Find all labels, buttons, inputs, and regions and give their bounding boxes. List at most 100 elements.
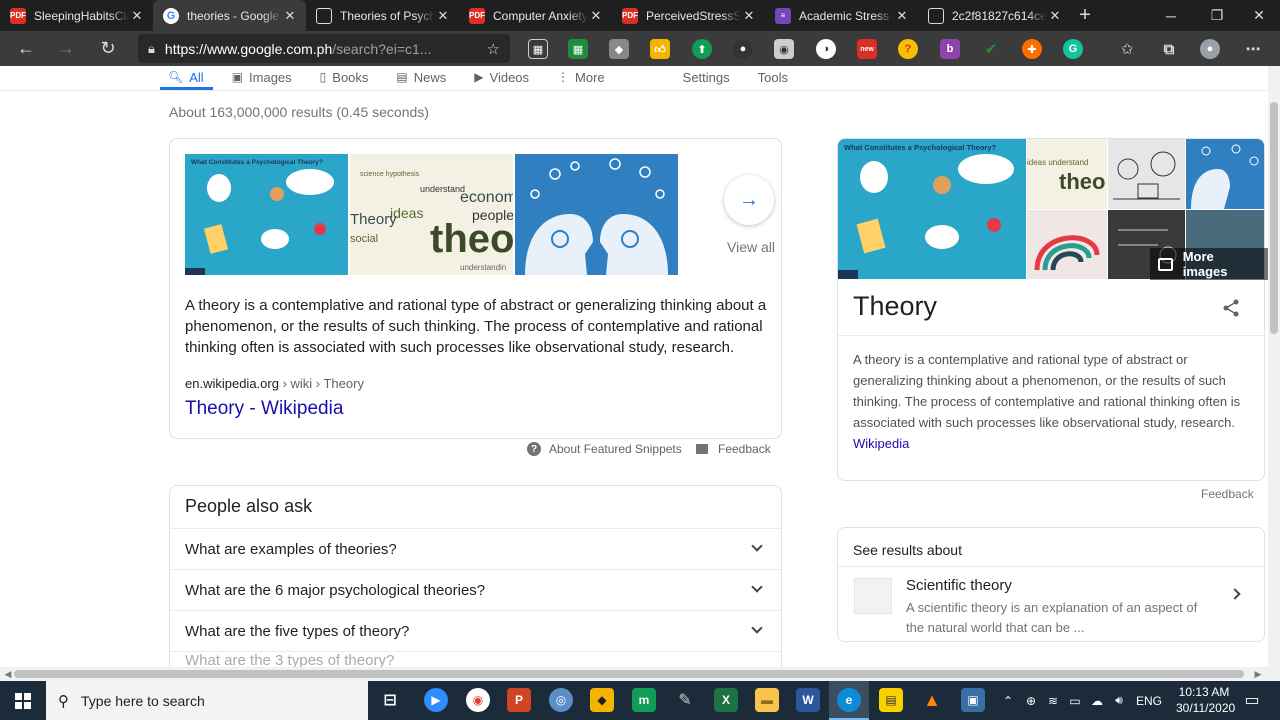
next-images-button[interactable]: → — [724, 175, 774, 225]
thumbs-up-icon[interactable]: 👍︎ — [650, 39, 670, 59]
chevron-right-icon[interactable] — [1229, 588, 1241, 600]
app-icon[interactable]: ✎ — [673, 688, 697, 712]
see-result-name[interactable]: Scientific theory — [906, 577, 1012, 594]
extension-icon[interactable]: ◆ — [609, 39, 629, 59]
kp-feedback-link[interactable]: Feedback — [1201, 487, 1254, 501]
photos-icon[interactable]: ▣ — [961, 688, 985, 712]
powerpoint-icon[interactable]: P — [507, 688, 531, 712]
app-icon[interactable]: ◆ — [590, 688, 614, 712]
snippet-image-1[interactable]: What Constitutes a Psychological Theory? — [185, 154, 348, 275]
tab-perceived-stress[interactable]: PDF PerceivedStressSc ✕ — [612, 0, 765, 31]
tab-videos[interactable]: ▶ Videos — [474, 66, 529, 88]
kp-thumb-wordcloud[interactable]: ideas understand theo — [1027, 139, 1107, 209]
new-badge-icon[interactable]: new — [857, 39, 877, 59]
notifications-icon[interactable]: ▭ — [1240, 688, 1264, 712]
tab-academic-stress[interactable]: ≡ Academic Stress a ✕ — [765, 0, 918, 31]
view-all-link[interactable]: View all — [727, 239, 775, 255]
more-menu-icon[interactable]: ⋯ — [1243, 39, 1263, 59]
close-icon[interactable]: ✕ — [129, 8, 145, 24]
close-icon[interactable]: ✕ — [435, 8, 451, 24]
extension-icon[interactable]: b — [940, 39, 960, 59]
snippet-image-3[interactable] — [515, 154, 678, 275]
kp-thumb-sketch[interactable] — [1108, 139, 1185, 209]
wifi-icon[interactable]: ≋ — [1042, 694, 1064, 708]
new-tab-button[interactable]: + — [1071, 0, 1099, 31]
scrollbar-thumb[interactable] — [1270, 102, 1278, 334]
tab-news[interactable]: ▤ News — [396, 66, 446, 88]
file-explorer-icon[interactable]: ▬ — [755, 688, 779, 712]
word-icon[interactable]: W — [796, 688, 820, 712]
favorites-icon[interactable]: ✩ — [1117, 39, 1137, 59]
tab-theories-google[interactable]: G theories - Google ✕ — [153, 0, 306, 31]
close-window-icon[interactable]: ✕ — [1236, 0, 1280, 31]
forward-arrow-icon[interactable]: → — [46, 33, 86, 65]
snippet-link[interactable]: Theory - Wikipedia — [185, 398, 343, 420]
apps-grid-icon[interactable]: ▦ — [528, 39, 548, 59]
scroll-left-icon[interactable]: ◀ — [2, 667, 14, 681]
profile-avatar-icon[interactable]: ● — [1200, 39, 1220, 59]
close-icon[interactable]: ✕ — [1047, 8, 1063, 24]
kp-thumb-brain[interactable] — [1186, 139, 1264, 209]
tab-books[interactable]: ▯ Books — [320, 66, 369, 88]
snippet-image-2[interactable]: science hypothesis understand economi id… — [350, 154, 513, 275]
extension-icon[interactable]: ✚ — [1022, 39, 1042, 59]
address-bar[interactable]: 🔒︎ https://www.google.com.ph/search?ei=c… — [138, 34, 510, 63]
edge-icon[interactable]: e — [837, 688, 861, 712]
excel-icon[interactable]: X — [714, 688, 738, 712]
vlc-icon[interactable]: ▲ — [920, 688, 944, 712]
battery-icon[interactable]: ▭ — [1064, 694, 1086, 708]
close-icon[interactable]: ✕ — [588, 8, 604, 24]
extension-icon[interactable]: ● — [733, 39, 753, 59]
scientific-theory-thumb[interactable] — [854, 578, 892, 614]
refresh-icon[interactable]: ↻ — [88, 33, 128, 65]
sticky-notes-icon[interactable]: ▤ — [879, 688, 903, 712]
restore-icon[interactable]: ❐ — [1194, 0, 1240, 31]
close-icon[interactable]: ✕ — [894, 8, 910, 24]
extension-icon[interactable]: ◉ — [774, 39, 794, 59]
kp-thumb-colorful[interactable] — [1027, 210, 1107, 279]
extension-icon[interactable]: ⬆ — [692, 39, 712, 59]
volume-icon[interactable]: 🔊︎ — [1108, 693, 1130, 708]
share-icon[interactable] — [1222, 299, 1240, 322]
vertical-scrollbar[interactable] — [1268, 66, 1280, 667]
kp-wiki-link[interactable]: Wikipedia — [853, 436, 909, 451]
check-icon[interactable]: ✔ — [981, 39, 1001, 59]
scroll-right-icon[interactable]: ▶ — [1252, 667, 1264, 681]
grammarly-icon[interactable]: G — [1063, 39, 1083, 59]
about-featured-snippets[interactable]: ? About Featured Snippets — [527, 442, 682, 456]
tab-computer-anxiety[interactable]: PDF Computer Anxiety ✕ — [459, 0, 612, 31]
chevron-up-icon[interactable]: ⌃ — [1000, 694, 1016, 708]
zoom-icon[interactable]: ▶ — [424, 688, 448, 712]
star-icon[interactable]: ☆ — [487, 40, 500, 58]
task-view-icon[interactable]: ⊟ — [378, 688, 402, 712]
paa-question[interactable]: What are examples of theories? — [170, 528, 781, 569]
extension-icon[interactable]: ? — [898, 39, 918, 59]
collections-icon[interactable]: ⧉ — [1159, 39, 1179, 59]
minimize-icon[interactable]: ─ — [1148, 0, 1194, 31]
chrome-icon[interactable]: ◉ — [466, 688, 490, 712]
tools-link[interactable]: Tools — [758, 66, 788, 88]
tab-document[interactable]: 2c2f81827c614ce ✕ — [918, 0, 1071, 31]
paa-question[interactable]: What are the 3 types of theory? — [170, 651, 781, 667]
tab-more[interactable]: ⋮ More — [557, 66, 605, 88]
more-images-button[interactable]: More images — [1150, 248, 1268, 280]
windows-start-button[interactable] — [0, 681, 46, 720]
taskbar-search-box[interactable]: ⚲ Type here to search — [46, 681, 368, 720]
network-icon[interactable]: ⊕ — [1020, 694, 1042, 708]
app-icon[interactable]: ◎ — [549, 688, 573, 712]
extension-icon[interactable]: ◑ — [816, 39, 836, 59]
cloud-icon[interactable]: ☁ — [1086, 694, 1108, 708]
sheets-icon[interactable]: ▦ — [568, 39, 588, 59]
tab-images[interactable]: ▣ Images — [232, 66, 292, 88]
horizontal-scrollbar[interactable]: ◀ ▶ — [0, 667, 1280, 681]
tab-all[interactable]: 🔍︎ All — [168, 66, 204, 88]
paa-question[interactable]: What are the five types of theory? — [170, 610, 781, 651]
close-icon[interactable]: ✕ — [741, 8, 757, 24]
paa-question[interactable]: What are the 6 major psychological theor… — [170, 569, 781, 610]
meet-icon[interactable]: m — [632, 688, 656, 712]
snippet-feedback[interactable]: Feedback — [696, 442, 771, 456]
back-arrow-icon[interactable]: ← — [6, 33, 46, 65]
settings-link[interactable]: Settings — [683, 66, 730, 88]
tab-sleeping-habits[interactable]: PDF SleepingHabitsCla ✕ — [0, 0, 153, 31]
scrollbar-thumb[interactable] — [14, 670, 1244, 678]
